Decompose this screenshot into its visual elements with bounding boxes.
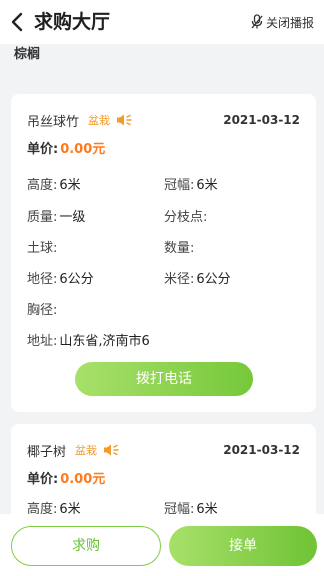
post-purchase-button[interactable]: 求购: [11, 526, 161, 566]
header-bar: 求购大厅 关闭播报: [0, 0, 324, 44]
quality-label: 质量:: [27, 210, 58, 225]
meter-diameter-field: 米径: 6公分: [164, 268, 231, 287]
chest-diameter-field: 胸径:: [27, 299, 59, 318]
address-field: 地址: 山东省,济南市6: [27, 330, 150, 349]
bottom-action-bar: 求购 接单: [0, 514, 324, 576]
branch-field: 分枝点:: [164, 206, 209, 225]
address-value: 山东省,济南市6: [59, 334, 150, 349]
ground-diameter-field: 地径: 6公分: [27, 268, 94, 287]
accept-order-button[interactable]: 接单: [169, 526, 317, 566]
mute-broadcast-button[interactable]: 关闭播报: [251, 13, 314, 31]
chest-diameter-label: 胸径:: [27, 303, 58, 318]
card-date: 2021-03-12: [223, 113, 300, 127]
address-label: 地址:: [27, 334, 58, 349]
category-title: 棕榈: [14, 47, 41, 62]
meter-diameter-value: 6公分: [196, 272, 231, 287]
plant-name: 椰子树: [27, 444, 67, 460]
height-label: 高度:: [27, 178, 58, 193]
soil-field: 土球:: [27, 237, 59, 256]
soil-label: 土球:: [27, 241, 58, 256]
ground-diameter-value: 6公分: [59, 272, 94, 287]
quantity-label: 数量:: [164, 241, 195, 256]
back-arrow-icon[interactable]: [8, 10, 28, 34]
branch-label: 分枝点:: [164, 210, 208, 225]
call-phone-button[interactable]: 拨打电话: [75, 362, 253, 396]
price-value: 0.00元: [60, 142, 106, 157]
crown-label: 冠幅:: [164, 178, 195, 193]
speaker-icon[interactable]: [116, 113, 134, 127]
speaker-icon[interactable]: [103, 443, 121, 457]
page-title: 求购大厅: [34, 11, 111, 33]
mic-off-icon: [251, 14, 263, 29]
plant-type-tag: 盆栽: [75, 444, 98, 457]
card-date: 2021-03-12: [223, 443, 300, 457]
price-row: 单价: 0.00元: [27, 138, 105, 157]
quality-field: 质量: 一级: [27, 206, 85, 225]
quantity-field: 数量:: [164, 237, 196, 256]
meter-diameter-label: 米径:: [164, 272, 195, 287]
crown-field: 冠幅: 6米: [164, 174, 218, 193]
card-header: 椰子树 盆栽 2021-03-12: [27, 440, 300, 460]
plant-name: 吊丝球竹: [27, 114, 80, 130]
height-value: 6米: [59, 178, 81, 193]
plant-type-tag: 盆栽: [88, 114, 111, 127]
ground-diameter-label: 地径:: [27, 272, 58, 287]
price-row: 单价: 0.00元: [27, 468, 105, 487]
price-label: 单价:: [27, 472, 59, 487]
crown-value: 6米: [196, 178, 218, 193]
mute-broadcast-label: 关闭播报: [265, 15, 314, 30]
price-label: 单价:: [27, 142, 59, 157]
height-field: 高度: 6米: [27, 174, 81, 193]
card-header: 吊丝球竹 盆栽 2021-03-12: [27, 110, 300, 130]
quality-value: 一级: [59, 210, 86, 225]
price-value: 0.00元: [60, 472, 106, 487]
purchase-card[interactable]: 吊丝球竹 盆栽 2021-03-12 单价: 0.00元 高度: 6米 冠幅: 6米 …: [11, 94, 316, 412]
